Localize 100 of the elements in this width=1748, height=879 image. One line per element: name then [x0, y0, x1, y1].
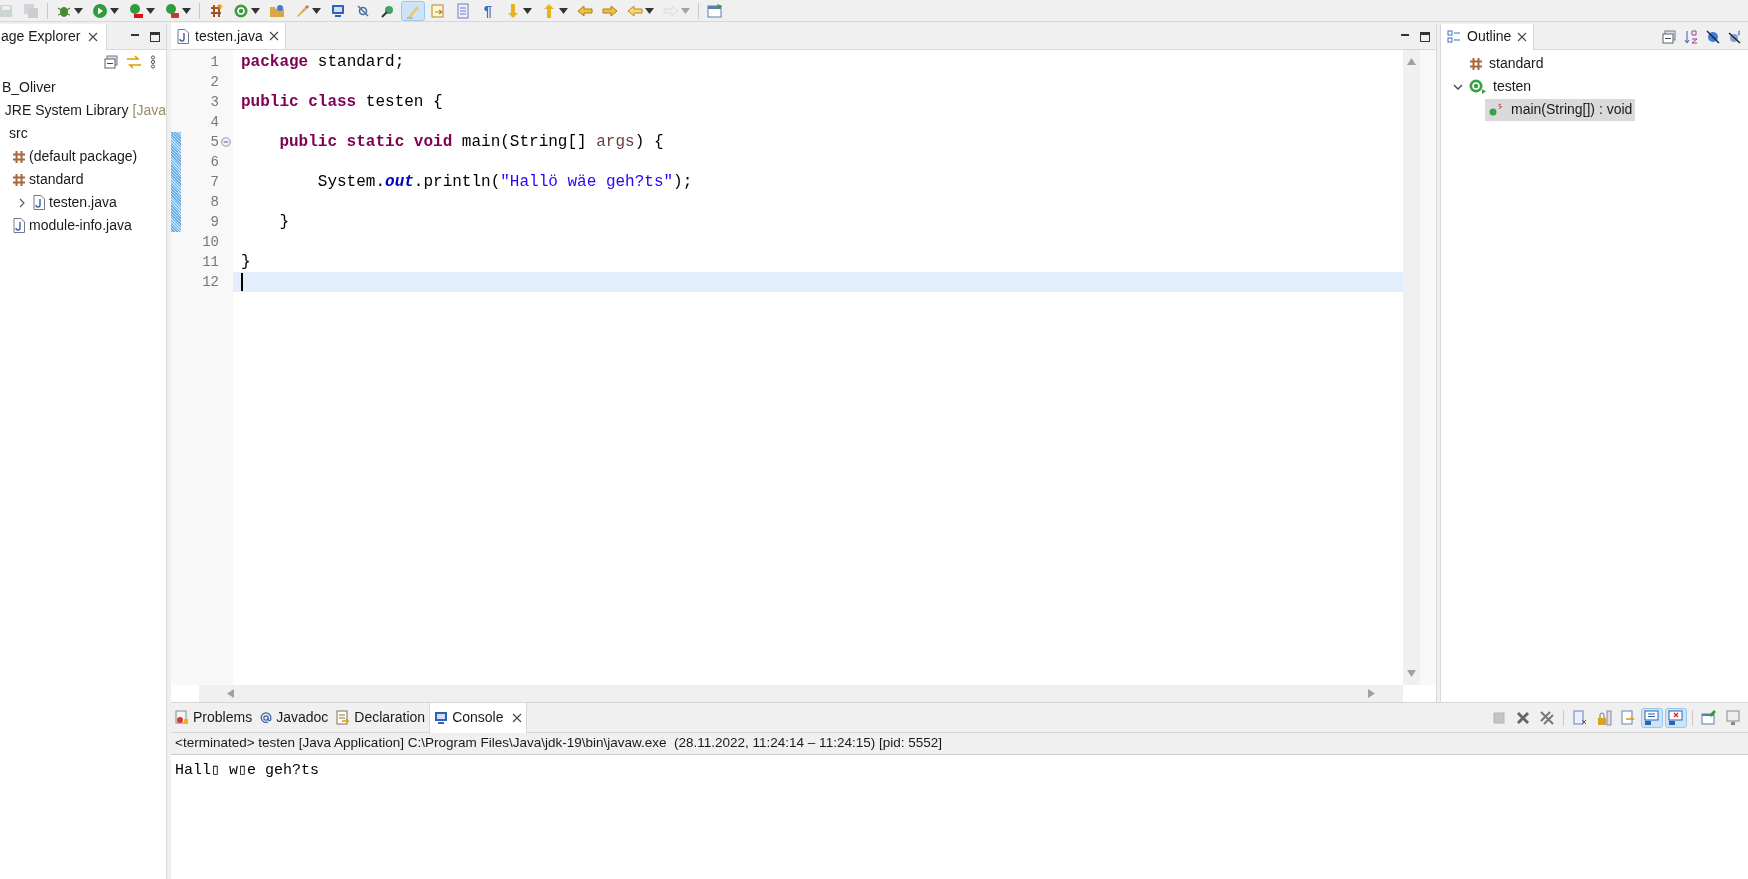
- tree-item[interactable]: B_Oliver: [0, 76, 166, 99]
- panel-tab[interactable]: Problems: [171, 702, 257, 733]
- public-static-method-icon: [1489, 102, 1505, 117]
- console-toolbar-button[interactable]: [1641, 707, 1663, 728]
- maximize-icon[interactable]: [1420, 31, 1430, 42]
- tree-item[interactable]: (default package): [0, 145, 166, 168]
- package-icon: [12, 149, 26, 164]
- code-text: package standard;: [241, 52, 405, 72]
- run-coverage-icon: [128, 2, 144, 19]
- outline-item[interactable]: testen: [1465, 75, 1535, 98]
- change-marker: [171, 132, 181, 152]
- pin-icon: [1701, 709, 1717, 726]
- declaration-icon: [336, 710, 351, 725]
- caret-icon: [681, 7, 690, 14]
- folder-icon: [269, 2, 285, 19]
- monitor-icon: [1644, 709, 1660, 726]
- hide-static-icon[interactable]: [1728, 29, 1742, 44]
- change-marker: [171, 152, 181, 172]
- java-file-icon: [33, 195, 45, 210]
- close-icon[interactable]: [511, 712, 522, 723]
- document-icon: [455, 2, 471, 19]
- outline-item[interactable]: main(String[]) : void: [1485, 98, 1636, 121]
- tree-item[interactable]: module-info.java: [0, 214, 166, 237]
- line-number: 12: [202, 275, 219, 289]
- more-options-icon[interactable]: [150, 55, 156, 69]
- view-tab[interactable]: age Explorer: [0, 24, 108, 50]
- close-icon[interactable]: [1517, 31, 1528, 42]
- panel-tab[interactable]: Console: [429, 702, 527, 733]
- monitor-icon: [434, 710, 449, 725]
- toolbar-button[interactable]: ¶: [476, 0, 500, 21]
- line-number: 2: [210, 75, 219, 89]
- hide-fields-icon[interactable]: [1706, 29, 1720, 44]
- code-text: }: [241, 252, 251, 272]
- caret-icon: [110, 7, 119, 14]
- collapse-all-icon[interactable]: [1662, 29, 1676, 44]
- line-number: 7: [210, 175, 219, 189]
- change-marker: [171, 192, 181, 212]
- caret-icon: [182, 7, 191, 14]
- line-number: 11: [202, 255, 219, 269]
- tree-item[interactable]: JRE System Library [Java: [0, 99, 166, 122]
- document-icon: [1572, 709, 1588, 726]
- monitor-icon: [1725, 709, 1741, 726]
- maximize-icon[interactable]: [150, 31, 160, 42]
- close-icon[interactable]: [268, 31, 279, 41]
- chevron-right-icon[interactable]: [17, 197, 27, 208]
- panel-tab[interactable]: Javadoc: [256, 702, 333, 733]
- at-sign-icon: [260, 711, 273, 724]
- floppies-icon: [23, 2, 39, 19]
- line-number: 8: [210, 195, 219, 209]
- caret-icon: [146, 7, 155, 14]
- line-number: 4: [210, 115, 219, 129]
- cross-icon: [1515, 709, 1531, 726]
- line-number: 9: [210, 215, 219, 229]
- panel-tab[interactable]: Declaration: [332, 702, 430, 733]
- code-text: }: [278, 212, 289, 232]
- java-file-icon: [177, 28, 189, 44]
- arrow-right-icon: [602, 2, 618, 19]
- window-icon: [707, 2, 723, 19]
- run-toolbox-icon: [164, 2, 180, 19]
- stop-icon: [1491, 709, 1507, 726]
- package-icon: [1469, 56, 1483, 71]
- code-text: public static void main(String[] args) {: [278, 132, 664, 152]
- close-icon[interactable]: [88, 31, 99, 42]
- package-icon: [208, 2, 224, 19]
- run-icon: [92, 2, 108, 19]
- lock-icon: [1596, 709, 1612, 726]
- code-text: public class testen {: [241, 92, 443, 112]
- outline-item[interactable]: standard: [1465, 52, 1547, 75]
- sort-icon[interactable]: [1684, 29, 1698, 44]
- tree-item[interactable]: src: [0, 122, 166, 145]
- code-text: System.out.println("Hallö wäe geh?ts");: [316, 172, 693, 192]
- outline-icon: [1447, 29, 1461, 44]
- problems-icon: [175, 710, 189, 725]
- class-icon: [1469, 78, 1487, 95]
- console-toolbar-button[interactable]: [1665, 707, 1687, 728]
- caret-icon: [559, 7, 568, 14]
- change-marker: [171, 172, 181, 192]
- editor-tab[interactable]: testen.java: [171, 23, 286, 49]
- console-description: <terminated> testen [Java Application] C:\Program Files\Java\jdk-19\bin\javaw.exe (28.11.2022, 11:24:14 – 11:24:15) [pid: 5552]: [175, 734, 942, 753]
- class-icon: [233, 2, 249, 19]
- caret-icon: [312, 7, 321, 14]
- arrow-left-icon: [627, 2, 643, 19]
- line-number: 3: [210, 95, 219, 109]
- monitor-icon: [1668, 709, 1684, 726]
- package-icon: [12, 172, 26, 187]
- console-output: Hall▯ w▯e geh?ts: [175, 762, 320, 779]
- line-number: 6: [210, 155, 219, 169]
- collapse-all-icon[interactable]: [104, 55, 118, 69]
- caret-icon: [645, 7, 654, 14]
- line-number: 5: [210, 135, 219, 149]
- caret-icon: [523, 7, 532, 14]
- double-cross-icon: [1539, 709, 1555, 726]
- java-file-icon: [13, 218, 25, 233]
- arrow-left-icon: [577, 2, 593, 19]
- tree-item[interactable]: standard: [0, 168, 166, 191]
- tree-item[interactable]: testen.java: [15, 191, 166, 214]
- line-number: 10: [202, 235, 219, 249]
- view-tab[interactable]: Outline: [1441, 23, 1535, 50]
- monitor-icon: [330, 2, 346, 19]
- text-cursor: [241, 273, 243, 291]
